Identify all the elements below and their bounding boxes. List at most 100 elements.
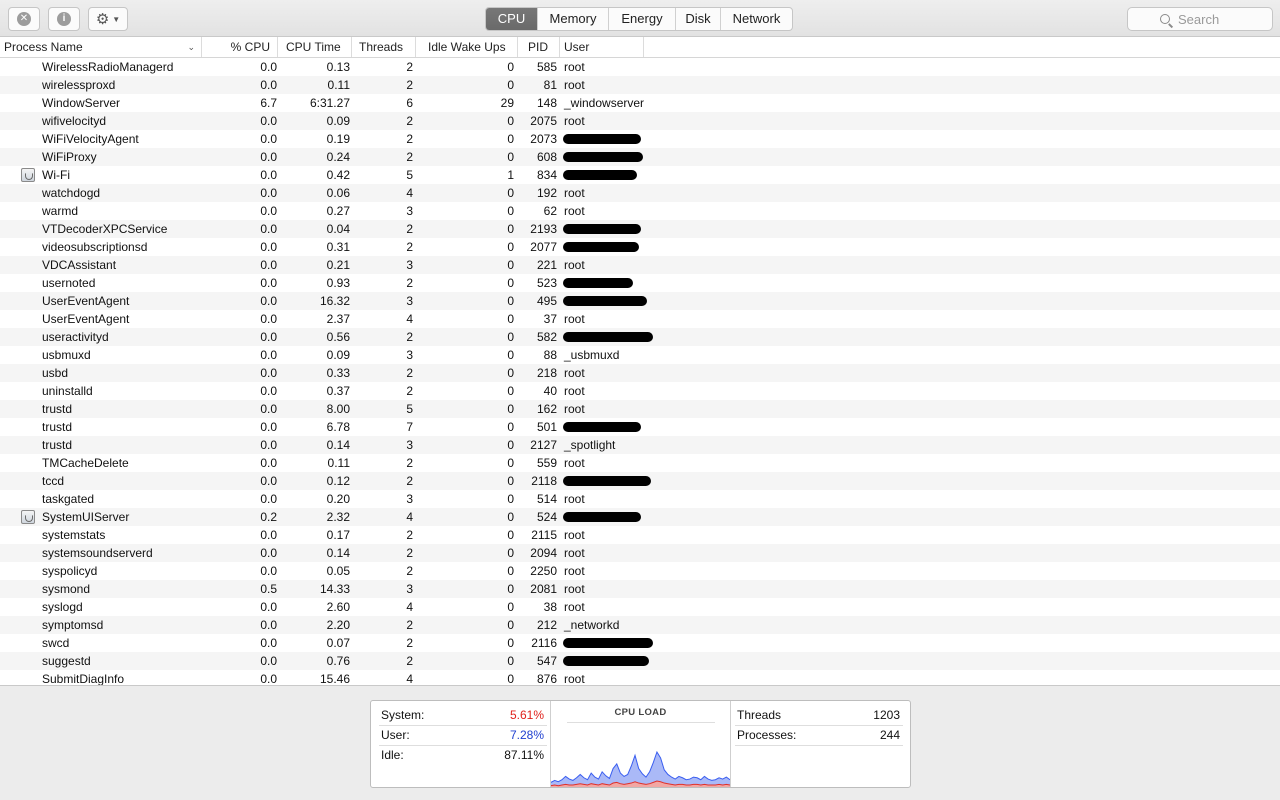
table-row[interactable]: suggestd 0.0 0.76 2 0 547 xyxy=(0,652,1280,670)
threads-cell: 2 xyxy=(406,456,413,470)
table-row[interactable]: UserEventAgent 0.0 2.37 4 0 37 root xyxy=(0,310,1280,328)
cpu-time-cell: 0.09 xyxy=(326,114,350,128)
user-cell: root xyxy=(564,402,585,416)
table-row[interactable]: systemsoundserverd 0.0 0.14 2 0 2094 root xyxy=(0,544,1280,562)
table-row[interactable]: taskgated 0.0 0.20 3 0 514 root xyxy=(0,490,1280,508)
redacted-user xyxy=(563,656,649,666)
process-name-cell: SubmitDiagInfo xyxy=(42,672,125,685)
table-row[interactable]: syslogd 0.0 2.60 4 0 38 root xyxy=(0,598,1280,616)
inspect-process-button[interactable]: i xyxy=(48,7,80,31)
pid-cell: 62 xyxy=(543,204,557,218)
process-name-cell: UserEventAgent xyxy=(42,312,130,326)
table-row[interactable]: usbmuxd 0.0 0.09 3 0 88 _usbmuxd xyxy=(0,346,1280,364)
table-row[interactable]: SystemUIServer 0.2 2.32 4 0 524 xyxy=(0,508,1280,526)
threads-cell: 3 xyxy=(406,348,413,362)
idle-wake-ups-cell: 0 xyxy=(507,132,514,146)
table-row[interactable]: videosubscriptionsd 0.0 0.31 2 0 2077 xyxy=(0,238,1280,256)
table-row[interactable]: SubmitDiagInfo 0.0 15.46 4 0 876 root xyxy=(0,670,1280,685)
cpu-cell: 0.0 xyxy=(260,492,277,506)
cpu-time-cell: 0.24 xyxy=(326,150,350,164)
column-header-cpu-time[interactable]: CPU Time xyxy=(278,37,352,57)
cpu-cell: 0.0 xyxy=(260,564,277,578)
tab-energy[interactable]: Energy xyxy=(608,8,675,30)
column-header-threads[interactable]: Threads xyxy=(352,37,416,57)
table-row[interactable]: Wi-Fi 0.0 0.42 5 1 834 xyxy=(0,166,1280,184)
cpu-cell: 0.0 xyxy=(260,258,277,272)
action-menu-button[interactable]: ⚙ ▼ xyxy=(88,7,128,31)
table-row[interactable]: TMCacheDelete 0.0 0.11 2 0 559 root xyxy=(0,454,1280,472)
threads-cell: 2 xyxy=(406,114,413,128)
table-row[interactable]: WiFiVelocityAgent 0.0 0.19 2 0 2073 xyxy=(0,130,1280,148)
process-name-cell: swcd xyxy=(42,636,70,650)
column-header-cpu[interactable]: % CPU xyxy=(202,37,278,57)
table-row[interactable]: WiFiProxy 0.0 0.24 2 0 608 xyxy=(0,148,1280,166)
column-header-user[interactable]: User xyxy=(560,37,644,57)
redacted-user xyxy=(563,170,637,180)
process-name-cell: usernoted xyxy=(42,276,96,290)
table-row[interactable]: uninstalld 0.0 0.37 2 0 40 root xyxy=(0,382,1280,400)
table-row[interactable]: warmd 0.0 0.27 3 0 62 root xyxy=(0,202,1280,220)
divider xyxy=(730,701,731,787)
redacted-user xyxy=(563,422,641,432)
table-row[interactable]: trustd 0.0 0.14 3 0 2127 _spotlight xyxy=(0,436,1280,454)
idle-wake-ups-cell: 0 xyxy=(507,204,514,218)
pid-cell: 514 xyxy=(536,492,557,506)
table-row[interactable]: watchdogd 0.0 0.06 4 0 192 root xyxy=(0,184,1280,202)
tab-cpu[interactable]: CPU xyxy=(486,8,537,30)
pid-cell: 585 xyxy=(536,60,557,74)
search-input[interactable] xyxy=(1178,11,1268,27)
process-name-cell: WiFiVelocityAgent xyxy=(42,132,139,146)
pid-cell: 2250 xyxy=(530,564,557,578)
tab-memory[interactable]: Memory xyxy=(537,8,608,30)
tab-network[interactable]: Network xyxy=(720,8,792,30)
table-row[interactable]: useractivityd 0.0 0.56 2 0 582 xyxy=(0,328,1280,346)
process-name-cell: videosubscriptionsd xyxy=(42,240,148,254)
cpu-time-cell: 0.76 xyxy=(326,654,350,668)
idle-wake-ups-cell: 0 xyxy=(507,672,514,685)
x-circle-icon: ✕ xyxy=(17,12,31,26)
idle-wake-ups-cell: 0 xyxy=(507,366,514,380)
table-row[interactable]: wirelessproxd 0.0 0.11 2 0 81 root xyxy=(0,76,1280,94)
idle-wake-ups-cell: 0 xyxy=(507,600,514,614)
redacted-user xyxy=(563,278,633,288)
pid-cell: 218 xyxy=(536,366,557,380)
column-header-process-name[interactable]: Process Name ⌄ xyxy=(0,37,202,57)
pid-cell: 2127 xyxy=(530,438,557,452)
cpu-cell: 0.0 xyxy=(260,204,277,218)
threads-cell: 2 xyxy=(406,528,413,542)
cpu-time-cell: 0.11 xyxy=(327,78,350,92)
table-row[interactable]: WirelessRadioManagerd 0.0 0.13 2 0 585 root xyxy=(0,58,1280,76)
table-row[interactable]: syspolicyd 0.0 0.05 2 0 2250 root xyxy=(0,562,1280,580)
table-row[interactable]: VTDecoderXPCService 0.0 0.04 2 0 2193 xyxy=(0,220,1280,238)
user-load-area xyxy=(551,752,730,786)
table-row[interactable]: usernoted 0.0 0.93 2 0 523 xyxy=(0,274,1280,292)
table-row[interactable]: trustd 0.0 8.00 5 0 162 root xyxy=(0,400,1280,418)
column-header-idle-wake-ups[interactable]: Idle Wake Ups xyxy=(416,37,518,57)
process-name-cell: usbmuxd xyxy=(42,348,91,362)
table-row[interactable]: UserEventAgent 0.0 16.32 3 0 495 xyxy=(0,292,1280,310)
user-cell: _networkd xyxy=(564,618,620,632)
table-row[interactable]: usbd 0.0 0.33 2 0 218 root xyxy=(0,364,1280,382)
table-row[interactable]: systemstats 0.0 0.17 2 0 2115 root xyxy=(0,526,1280,544)
threads-cell: 2 xyxy=(406,384,413,398)
pid-cell: 2073 xyxy=(530,132,557,146)
tab-disk[interactable]: Disk xyxy=(675,8,720,30)
stop-process-button[interactable]: ✕ xyxy=(8,7,40,31)
idle-wake-ups-cell: 0 xyxy=(507,492,514,506)
table-row[interactable]: WindowServer 6.7 6:31.27 6 29 148 _windowserve… xyxy=(0,94,1280,112)
idle-wake-ups-cell: 0 xyxy=(507,510,514,524)
table-row[interactable]: swcd 0.0 0.07 2 0 2116 xyxy=(0,634,1280,652)
view-tabs: CPU Memory Energy Disk Network xyxy=(485,7,793,31)
threads-cell: 2 xyxy=(406,222,413,236)
column-header-pid[interactable]: PID xyxy=(518,37,560,57)
cpu-cell: 0.0 xyxy=(260,600,277,614)
table-row[interactable]: sysmond 0.5 14.33 3 0 2081 root xyxy=(0,580,1280,598)
table-row[interactable]: tccd 0.0 0.12 2 0 2118 xyxy=(0,472,1280,490)
table-row[interactable]: wifivelocityd 0.0 0.09 2 0 2075 root xyxy=(0,112,1280,130)
divider xyxy=(379,745,547,746)
table-row[interactable]: VDCAssistant 0.0 0.21 3 0 221 root xyxy=(0,256,1280,274)
table-row[interactable]: trustd 0.0 6.78 7 0 501 xyxy=(0,418,1280,436)
search-field[interactable] xyxy=(1127,7,1273,31)
process-name-cell: syslogd xyxy=(42,600,83,614)
table-row[interactable]: symptomsd 0.0 2.20 2 0 212 _networkd xyxy=(0,616,1280,634)
